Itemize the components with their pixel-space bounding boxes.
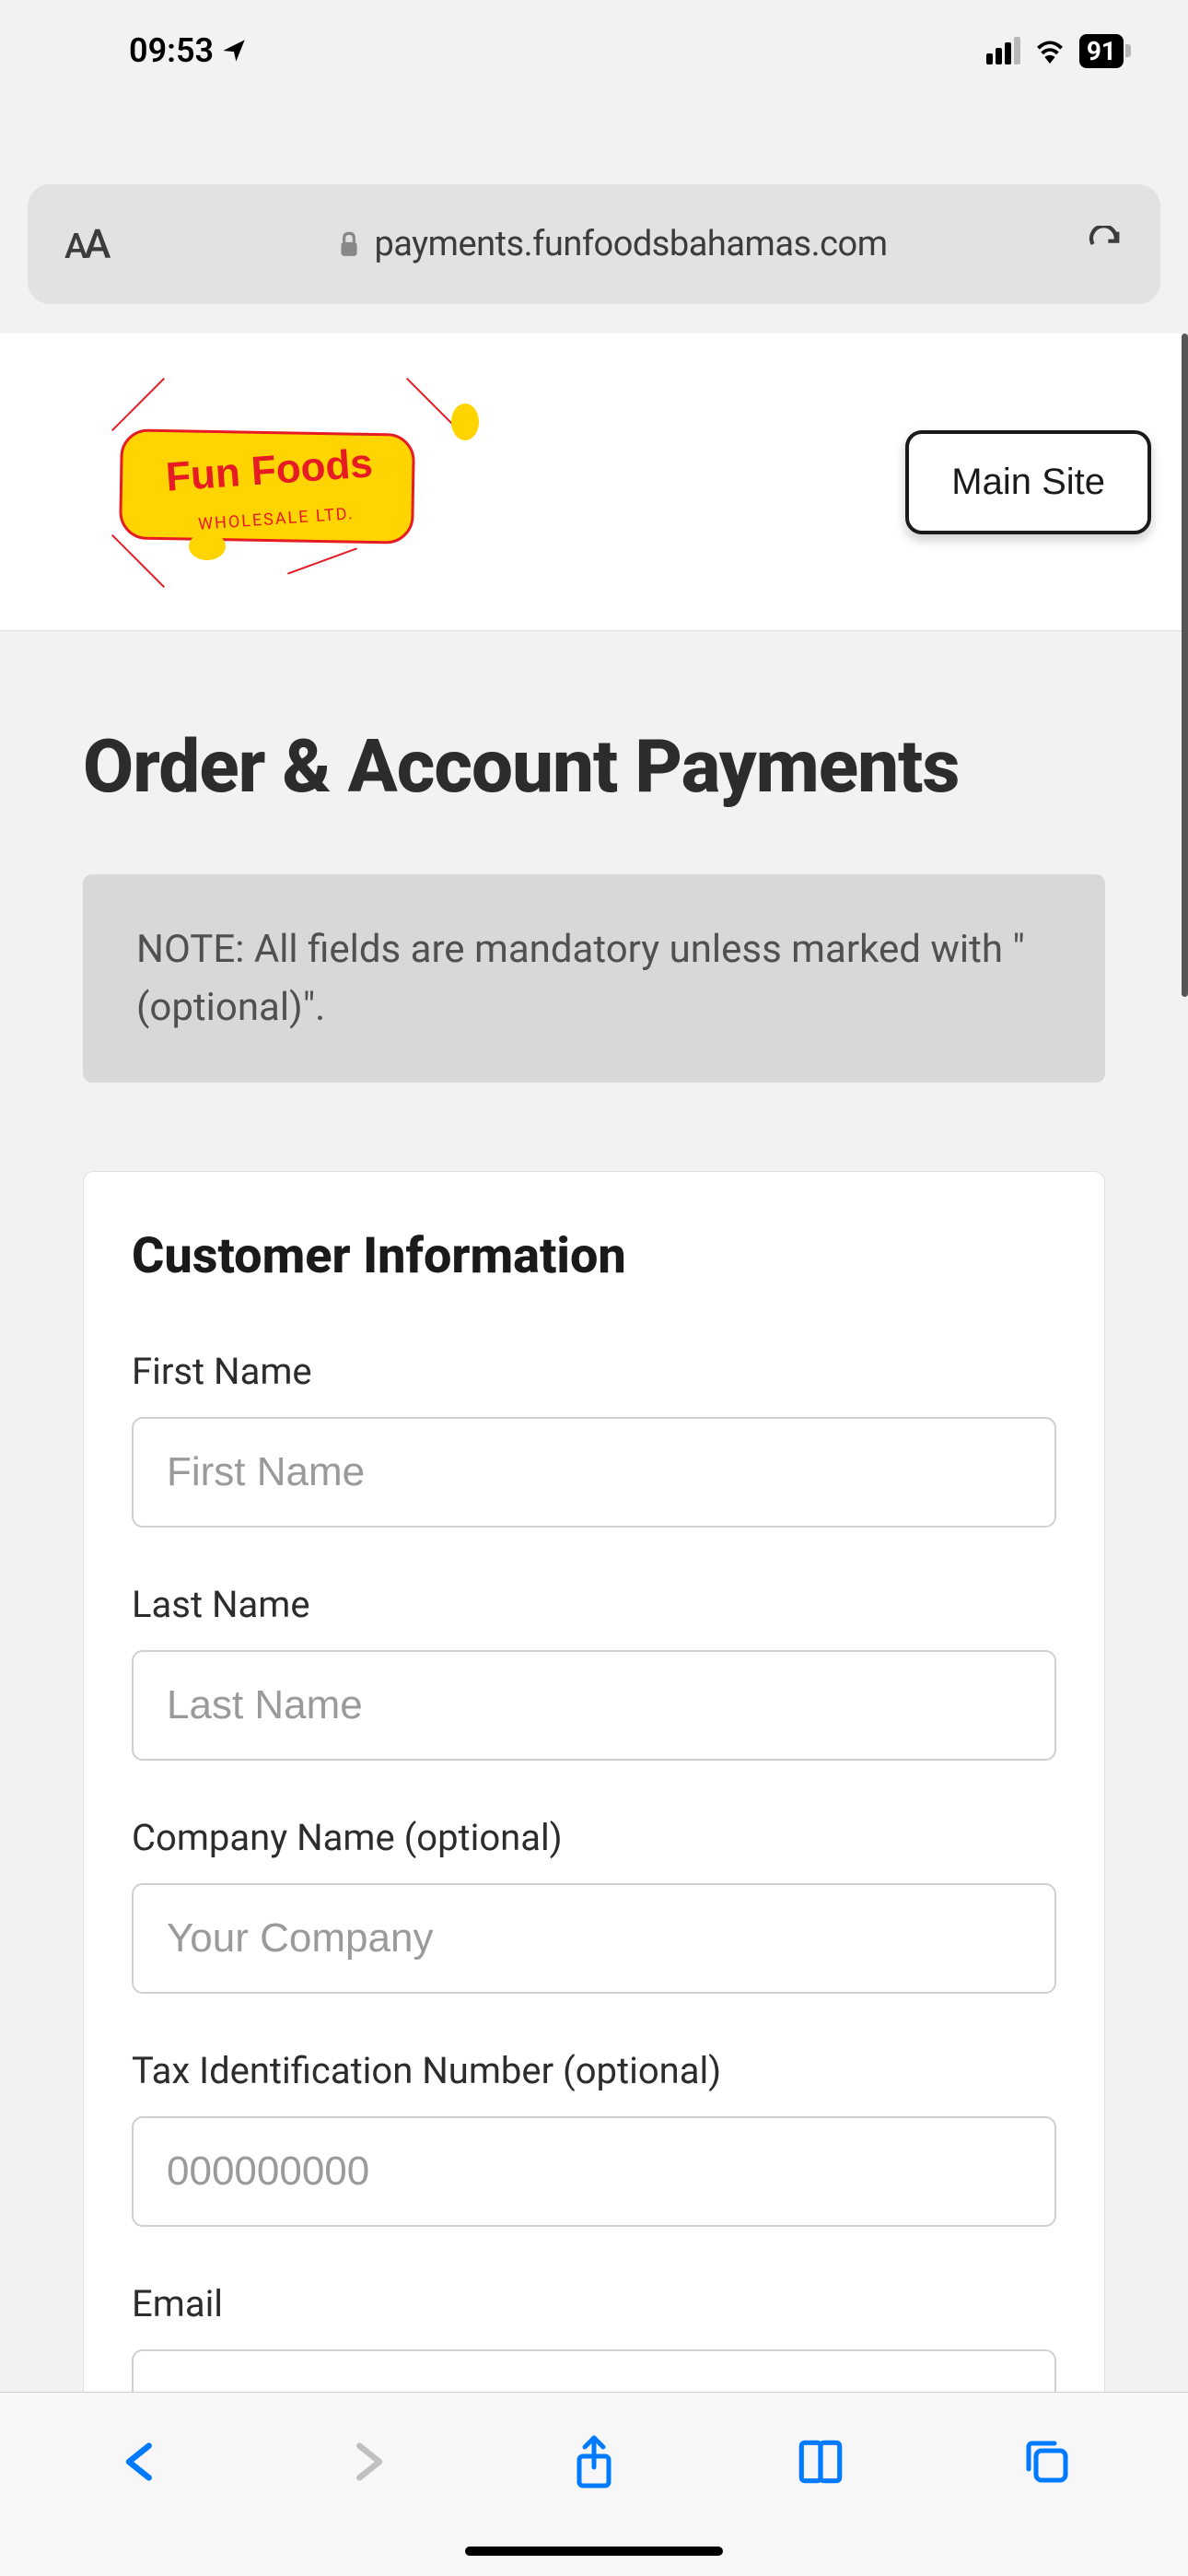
company-label: Company Name (optional) — [132, 1816, 1056, 1859]
wifi-icon — [1033, 38, 1066, 64]
email-label: Email — [132, 2282, 1056, 2325]
back-button[interactable] — [109, 2430, 173, 2494]
share-button[interactable] — [562, 2430, 626, 2494]
status-time-group: 09:53 — [129, 31, 247, 70]
first-name-input[interactable] — [132, 1417, 1056, 1528]
battery-indicator: 91 — [1079, 34, 1124, 68]
status-indicators: 91 — [986, 34, 1124, 68]
company-input[interactable] — [132, 1883, 1056, 1994]
home-indicator[interactable] — [465, 2547, 723, 2556]
cellular-signal-icon — [986, 37, 1020, 64]
last-name-group: Last Name — [132, 1583, 1056, 1761]
address-display[interactable]: payments.funfoodsbahamas.com — [157, 224, 1068, 264]
first-name-group: First Name — [132, 1350, 1056, 1528]
status-time: 09:53 — [129, 31, 214, 70]
tabs-button[interactable] — [1015, 2430, 1079, 2494]
first-name-label: First Name — [132, 1350, 1056, 1393]
url-text: payments.funfoodsbahamas.com — [374, 224, 887, 264]
last-name-label: Last Name — [132, 1583, 1056, 1626]
last-name-input[interactable] — [132, 1650, 1056, 1761]
status-bar: 09:53 91 — [0, 0, 1188, 101]
note-box: NOTE: All fields are mandatory unless ma… — [83, 874, 1105, 1083]
page-content: Order & Account Payments NOTE: All field… — [0, 631, 1188, 2571]
forward-button[interactable] — [335, 2430, 400, 2494]
customer-info-card: Customer Information First Name Last Nam… — [83, 1171, 1105, 2571]
lock-icon — [337, 230, 361, 258]
browser-toolbar — [0, 2392, 1188, 2576]
site-header: Fun Foods WHOLESALE LTD. Main Site — [0, 334, 1188, 631]
section-title: Customer Information — [132, 1227, 1056, 1285]
tin-input[interactable] — [132, 2116, 1056, 2227]
page-title: Order & Account Payments — [83, 723, 1105, 810]
main-site-button[interactable]: Main Site — [905, 430, 1151, 534]
battery-level: 91 — [1087, 36, 1116, 66]
browser-address-bar[interactable]: AA payments.funfoodsbahamas.com — [28, 184, 1160, 304]
tin-group: Tax Identification Number (optional) — [132, 2049, 1056, 2227]
site-logo[interactable]: Fun Foods WHOLESALE LTD. — [46, 376, 488, 588]
tin-label: Tax Identification Number (optional) — [132, 2049, 1056, 2092]
bookmarks-button[interactable] — [788, 2430, 853, 2494]
scroll-indicator — [1182, 334, 1188, 997]
company-group: Company Name (optional) — [132, 1816, 1056, 1994]
refresh-icon[interactable] — [1087, 226, 1124, 263]
text-size-button[interactable]: AA — [64, 220, 138, 268]
location-icon — [221, 38, 247, 64]
